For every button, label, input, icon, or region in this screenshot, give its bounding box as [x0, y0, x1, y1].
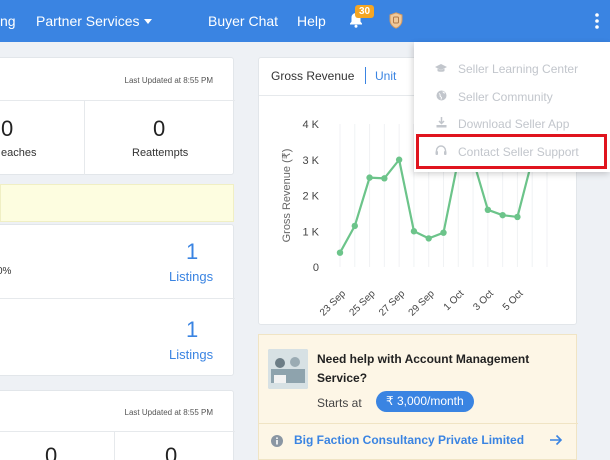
- reattempts-value: 0: [153, 116, 166, 141]
- data-point: [336, 249, 344, 256]
- listings-link[interactable]: Listings: [169, 347, 213, 362]
- shield-icon[interactable]: [389, 12, 403, 34]
- divider: [0, 298, 235, 299]
- divider: [259, 423, 578, 424]
- listings-count[interactable]: 1: [186, 239, 198, 265]
- y-tick-label: 2 K: [302, 191, 319, 203]
- x-tick-label: 3 Oct: [471, 288, 496, 313]
- listings-count[interactable]: 1: [186, 317, 198, 343]
- y-tick-label: 3 K: [302, 155, 319, 167]
- menu-item-seller-community[interactable]: Seller Community: [434, 90, 553, 104]
- menu-item-seller-learning-center[interactable]: Seller Learning Center: [434, 62, 578, 76]
- y-tick-label: 4 K: [302, 119, 319, 131]
- x-tick-label: 27 Sep: [377, 288, 407, 318]
- starts-at-label: Starts at: [317, 396, 362, 410]
- top-nav-bar: ng Partner Services Buyer Chat Help 30: [0, 0, 610, 42]
- promo-card: Need help with Account Management Servic…: [258, 334, 578, 460]
- x-tick-label: 1 Oct: [442, 288, 467, 313]
- company-link[interactable]: Big Faction Consultancy Private Limited: [294, 433, 524, 447]
- more-options-icon[interactable]: [594, 13, 600, 34]
- data-point: [440, 229, 447, 236]
- stat-value: 0: [45, 443, 58, 460]
- menu-item-download-seller-app[interactable]: Download Seller App: [434, 117, 569, 131]
- y-axis-label: Gross Revenue (₹): [281, 149, 293, 243]
- data-point: [410, 228, 418, 235]
- chevron-down-icon: [144, 19, 153, 24]
- divider: [114, 431, 115, 460]
- data-point: [499, 211, 506, 219]
- info-icon: [271, 434, 283, 452]
- help-link[interactable]: Help: [297, 13, 326, 29]
- x-tick-label: 25 Sep: [347, 288, 377, 318]
- menu-item-label: Seller Learning Center: [458, 62, 579, 76]
- data-point: [484, 206, 492, 213]
- graduation-cap-icon: [434, 63, 448, 76]
- notification-count-badge: 30: [355, 5, 375, 18]
- price-badge: ₹ 3,000/month: [376, 391, 474, 412]
- menu-item-label: Download Seller App: [458, 117, 570, 131]
- data-point: [514, 213, 521, 221]
- x-tick-label: 23 Sep: [318, 288, 348, 318]
- divider: [0, 100, 235, 101]
- divider: [0, 431, 235, 432]
- arrow-right-icon[interactable]: [549, 433, 563, 451]
- highlight-box: [416, 134, 607, 169]
- data-point: [366, 174, 373, 181]
- listings-link[interactable]: Listings: [169, 269, 213, 284]
- promo-title: Need help with Account Management Servic…: [317, 352, 530, 385]
- reattempts-label: Reattempts: [132, 147, 189, 159]
- y-tick-label: 1 K: [302, 226, 319, 238]
- returns-summary-card: Last Updated at 8:55 PM 0 eaches 0 Reatt…: [0, 57, 235, 175]
- stat-value: 0: [165, 443, 178, 460]
- globe-icon: [434, 90, 448, 104]
- y-tick-label: 0: [313, 262, 319, 274]
- stat-label: eaches: [1, 147, 37, 159]
- data-point: [425, 235, 432, 242]
- listings-card: 0% 1 Listings 1 Listings: [0, 224, 235, 376]
- percent-text: 0%: [0, 266, 12, 277]
- stat-value: 0: [1, 116, 14, 141]
- partner-services-menu[interactable]: Partner Services: [36, 13, 153, 29]
- buyer-chat-link[interactable]: Buyer Chat: [208, 13, 278, 29]
- download-icon: [434, 117, 448, 131]
- x-tick-label: 5 Oct: [501, 288, 526, 313]
- data-point: [381, 175, 388, 182]
- data-point: [395, 156, 403, 163]
- last-updated-text: Last Updated at 8:55 PM: [124, 76, 214, 85]
- nav-item-truncated[interactable]: ng: [0, 13, 16, 29]
- last-updated-text: Last Updated at 8:55 PM: [124, 408, 214, 417]
- menu-item-label: Seller Community: [458, 90, 553, 104]
- summary-card-bottom: Last Updated at 8:55 PM 0 0: [0, 390, 235, 460]
- divider: [84, 100, 85, 175]
- promo-image: [268, 349, 308, 389]
- data-point: [351, 222, 358, 230]
- x-tick-label: 29 Sep: [407, 288, 437, 318]
- notice-banner: [0, 184, 234, 222]
- partner-services-label: Partner Services: [36, 13, 140, 29]
